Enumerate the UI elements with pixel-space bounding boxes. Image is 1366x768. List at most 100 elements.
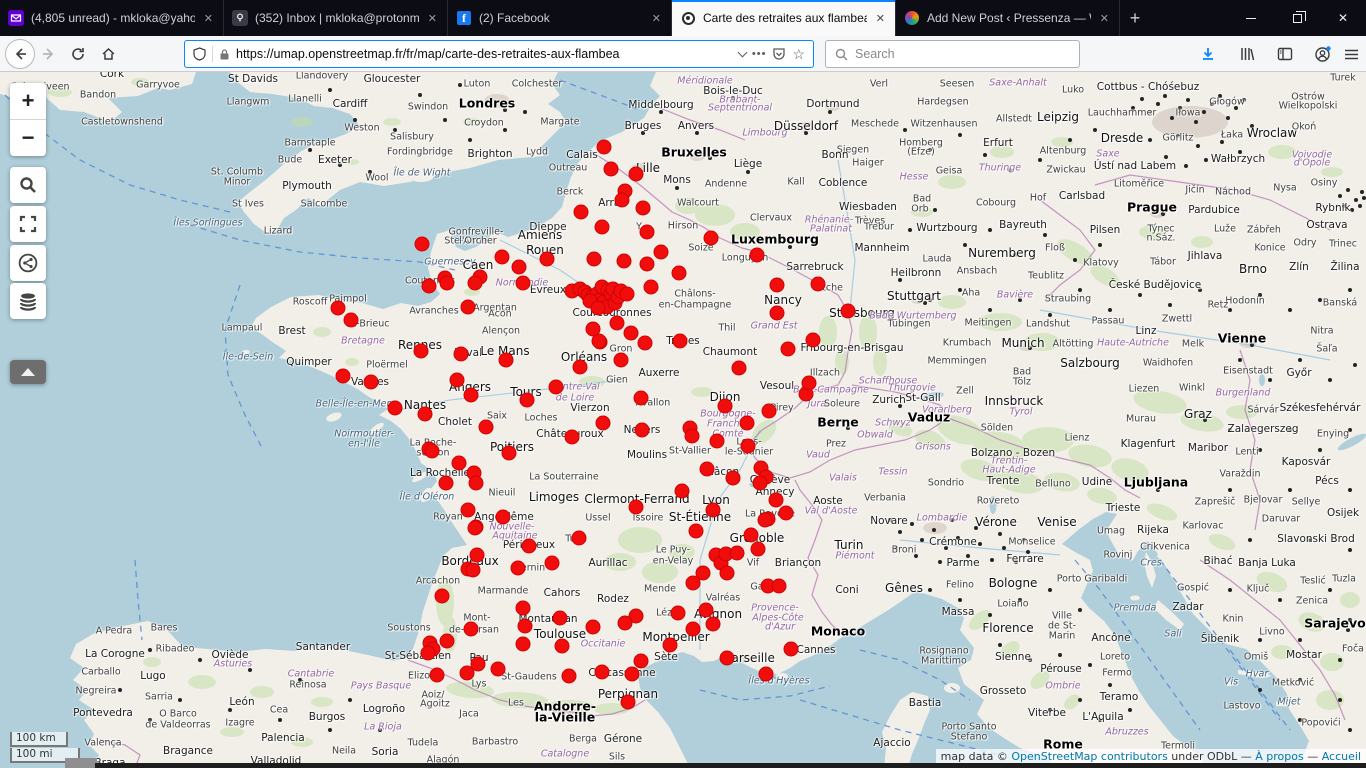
retraite-flambeaux-marker[interactable] [705, 616, 721, 632]
page-actions-icon[interactable]: ••• [752, 48, 767, 60]
retraite-flambeaux-marker[interactable] [840, 303, 856, 319]
retraite-flambeaux-marker[interactable] [469, 547, 485, 563]
library-icon[interactable] [1232, 40, 1262, 68]
retraite-flambeaux-marker[interactable] [498, 352, 514, 368]
back-button[interactable] [5, 38, 35, 69]
retraite-flambeaux-marker[interactable] [769, 277, 785, 293]
retraite-flambeaux-marker[interactable] [783, 641, 799, 657]
retraite-flambeaux-marker[interactable] [619, 286, 635, 302]
retraite-flambeaux-marker[interactable] [596, 139, 612, 155]
retraite-flambeaux-marker[interactable] [594, 219, 610, 235]
retraite-flambeaux-marker[interactable] [330, 300, 346, 316]
new-tab-button[interactable]: + [1120, 0, 1150, 36]
menu-hamburger-icon[interactable] [1336, 40, 1366, 68]
retraite-flambeaux-marker[interactable] [465, 562, 481, 578]
retraite-flambeaux-marker[interactable] [421, 278, 437, 294]
zoom-in-button[interactable]: + [10, 84, 46, 120]
retraite-flambeaux-marker[interactable] [439, 633, 455, 649]
retraite-flambeaux-marker[interactable] [699, 461, 715, 477]
retraite-flambeaux-marker[interactable] [451, 455, 467, 471]
retraite-flambeaux-marker[interactable] [725, 470, 741, 486]
retraite-flambeaux-marker[interactable] [620, 694, 636, 710]
map-search-button[interactable] [10, 167, 46, 203]
retraite-flambeaux-marker[interactable] [769, 305, 785, 321]
retraite-flambeaux-marker[interactable] [614, 192, 630, 208]
tab-protonmail[interactable]: (352) Inbox | mkloka@protonm ✕ [224, 0, 448, 36]
retraite-flambeaux-marker[interactable] [624, 666, 640, 682]
tab-pressenza[interactable]: Add New Post ‹ Pressenza — W ✕ [896, 0, 1120, 36]
retraite-flambeaux-marker[interactable] [709, 433, 725, 449]
retraite-flambeaux-marker[interactable] [639, 224, 655, 240]
retraite-flambeaux-marker[interactable] [544, 555, 560, 571]
retraite-flambeaux-marker[interactable] [501, 445, 517, 461]
retraite-flambeaux-marker[interactable] [510, 560, 526, 576]
about-link[interactable]: À propos [1255, 750, 1303, 763]
retraite-flambeaux-marker[interactable] [517, 618, 533, 634]
retraite-flambeaux-marker[interactable] [771, 578, 787, 594]
retraite-flambeaux-marker[interactable] [639, 256, 655, 272]
tracking-shield-icon[interactable] [193, 47, 206, 61]
retraite-flambeaux-marker[interactable] [758, 666, 774, 682]
retraite-flambeaux-marker[interactable] [564, 429, 580, 445]
close-icon[interactable]: ✕ [202, 10, 215, 27]
retraite-flambeaux-marker[interactable] [424, 443, 440, 459]
reload-icon[interactable] [63, 47, 93, 61]
close-icon[interactable]: ✕ [650, 10, 663, 27]
retraite-flambeaux-marker[interactable] [586, 251, 602, 267]
retraite-flambeaux-marker[interactable] [414, 236, 430, 252]
retraite-flambeaux-marker[interactable] [662, 637, 678, 653]
zoom-out-button[interactable]: − [10, 120, 46, 156]
retraite-flambeaux-marker[interactable] [719, 565, 735, 581]
retraite-flambeaux-marker[interactable] [387, 400, 403, 416]
retraite-flambeaux-marker[interactable] [363, 374, 379, 390]
retraite-flambeaux-marker[interactable] [705, 502, 721, 518]
retraite-flambeaux-marker[interactable] [335, 368, 351, 384]
url-text[interactable]: https://umap.openstreetmap.fr/fr/map/car… [236, 47, 733, 61]
retraite-flambeaux-marker[interactable] [810, 276, 826, 292]
close-icon[interactable]: ✕ [1098, 10, 1111, 27]
retraite-flambeaux-marker[interactable] [417, 406, 433, 422]
retraite-flambeaux-marker[interactable] [515, 636, 531, 652]
retraite-flambeaux-marker[interactable] [729, 545, 745, 561]
retraite-flambeaux-marker[interactable] [552, 610, 568, 626]
retraite-flambeaux-marker[interactable] [470, 656, 486, 672]
fullscreen-button[interactable] [10, 206, 46, 242]
retraite-flambeaux-marker[interactable] [511, 259, 527, 275]
retraite-flambeaux-marker[interactable] [719, 650, 735, 666]
retraite-flambeaux-marker[interactable] [449, 372, 465, 388]
account-icon[interactable] [1307, 40, 1337, 68]
download-icon[interactable] [1193, 40, 1223, 68]
retraite-flambeaux-marker[interactable] [495, 509, 511, 525]
retraite-flambeaux-marker[interactable] [478, 419, 494, 435]
tab-facebook[interactable]: f (2) Facebook ✕ [448, 0, 672, 36]
retraite-flambeaux-marker[interactable] [603, 161, 619, 177]
retraite-flambeaux-marker[interactable] [628, 499, 644, 515]
retraite-flambeaux-marker[interactable] [438, 475, 454, 491]
retraite-flambeaux-marker[interactable] [594, 664, 610, 680]
retraite-flambeaux-marker[interactable] [554, 638, 570, 654]
retraite-flambeaux-marker[interactable] [548, 379, 564, 395]
retraite-flambeaux-marker[interactable] [613, 352, 629, 368]
retraite-flambeaux-marker[interactable] [717, 398, 733, 414]
retraite-flambeaux-marker[interactable] [672, 333, 688, 349]
retraite-flambeaux-marker[interactable] [515, 600, 531, 616]
retraite-flambeaux-marker[interactable] [609, 315, 625, 331]
retraite-flambeaux-marker[interactable] [671, 265, 687, 281]
retraite-flambeaux-marker[interactable] [617, 615, 633, 631]
close-icon[interactable]: ✕ [426, 10, 439, 27]
retraite-flambeaux-marker[interactable] [463, 387, 479, 403]
retraite-flambeaux-marker[interactable] [420, 645, 436, 661]
retraite-flambeaux-marker[interactable] [460, 299, 476, 315]
retraite-flambeaux-marker[interactable] [685, 621, 701, 637]
retraite-flambeaux-marker[interactable] [633, 653, 649, 669]
retraite-flambeaux-marker[interactable] [778, 505, 794, 521]
home-link[interactable]: Accueil [1322, 750, 1361, 763]
retraite-flambeaux-marker[interactable] [519, 392, 535, 408]
retraite-flambeaux-marker[interactable] [740, 438, 756, 454]
search-input[interactable]: Search [825, 40, 1080, 68]
retraite-flambeaux-marker[interactable] [739, 415, 755, 431]
retraite-flambeaux-marker[interactable] [616, 253, 632, 269]
retraite-flambeaux-marker[interactable] [571, 530, 587, 546]
retraite-flambeaux-marker[interactable] [768, 492, 784, 508]
retraite-flambeaux-marker[interactable] [653, 244, 669, 260]
